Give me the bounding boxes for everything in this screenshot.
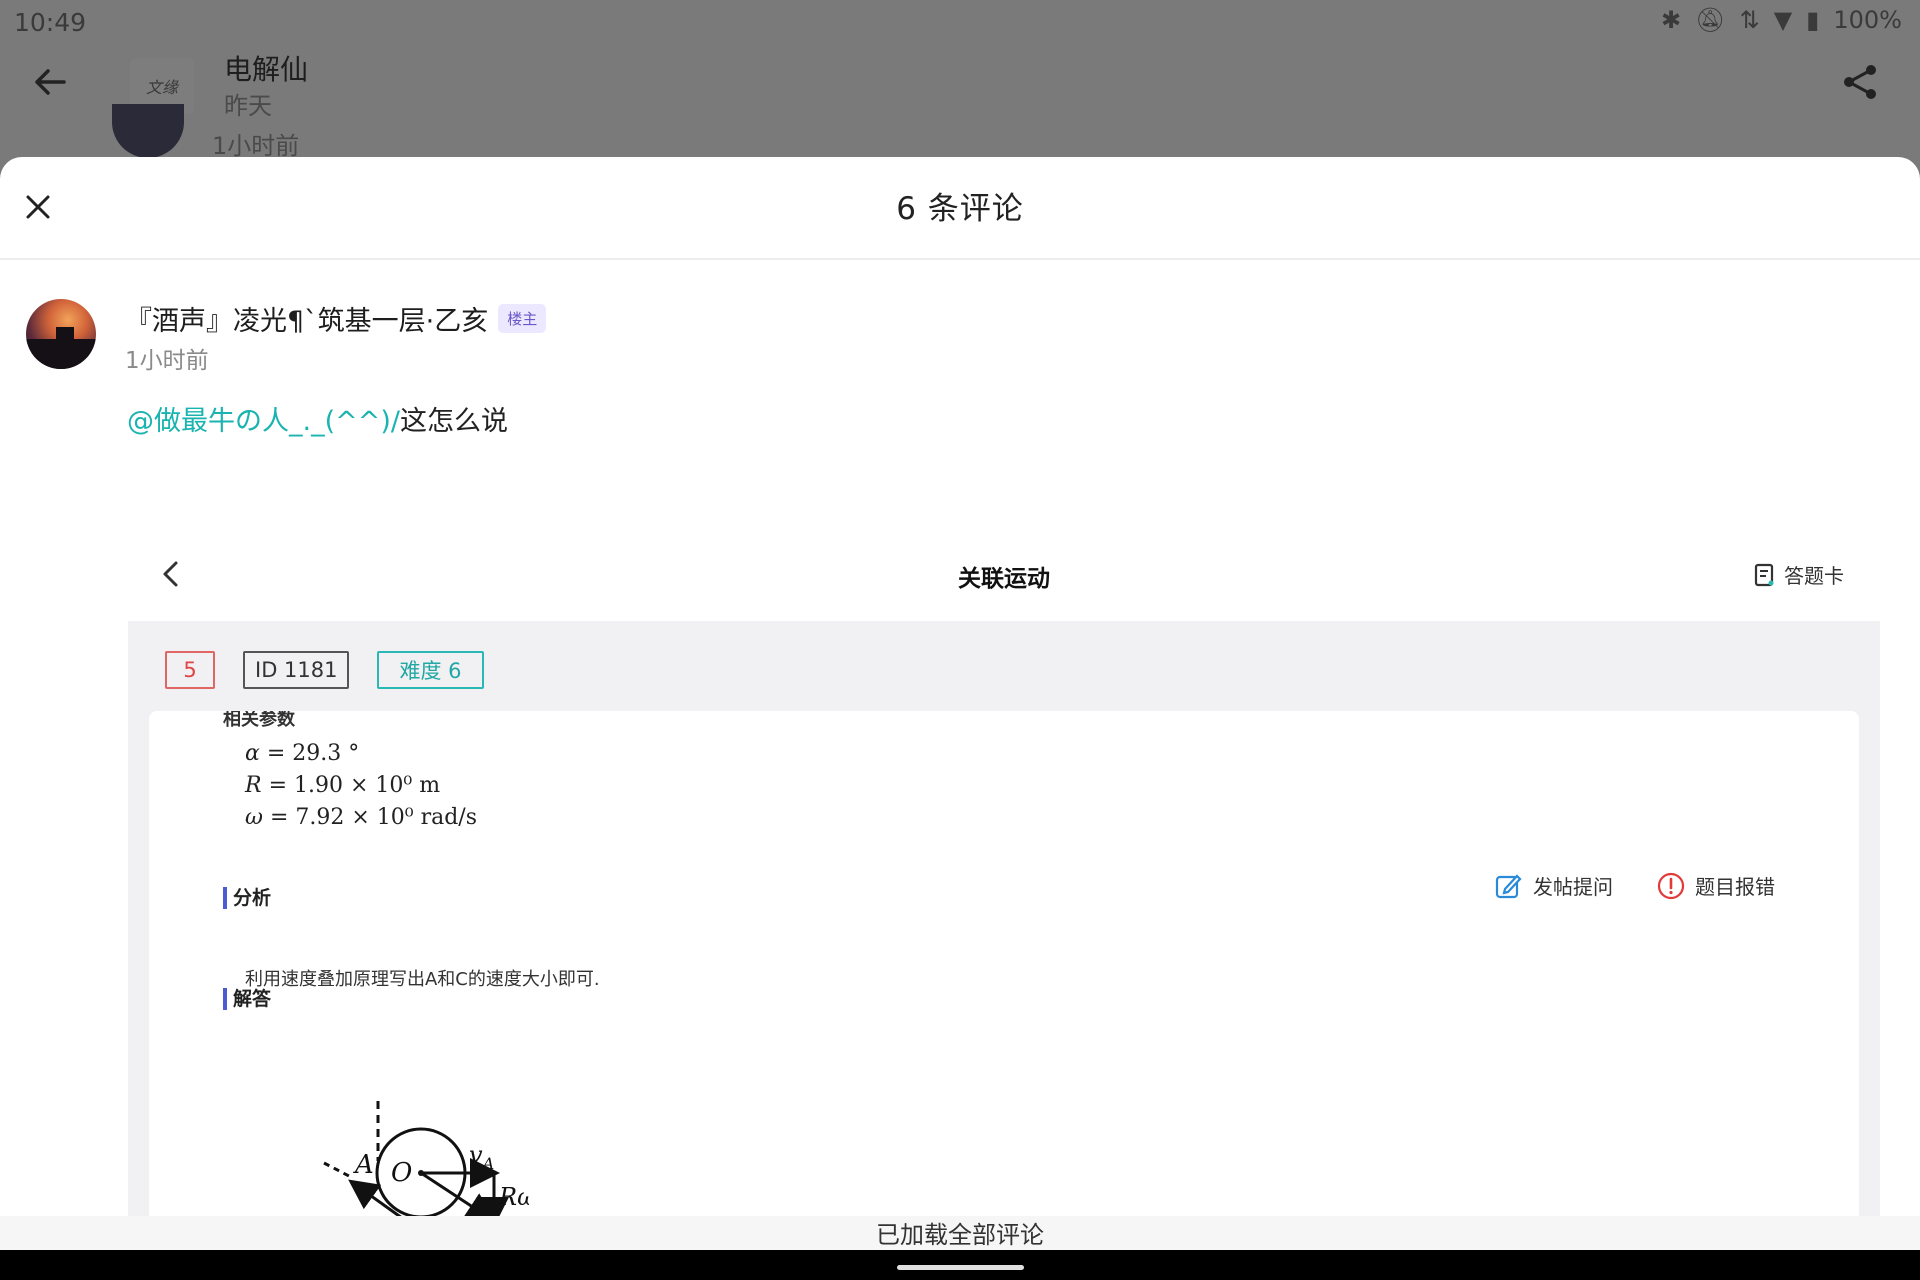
question-number-tag: 5 bbox=[165, 651, 215, 689]
param-radius: R = 1.90 × 10⁰ m bbox=[245, 773, 441, 798]
param-omega: ω = 7.92 × 10⁰ rad/s bbox=[245, 805, 478, 830]
battery-percent: 100% bbox=[1833, 6, 1902, 34]
question-id-tag: ID 1181 bbox=[243, 651, 350, 689]
sheet-title: 6 条评论 bbox=[896, 191, 1024, 227]
comment-time: 1小时前 bbox=[125, 348, 209, 374]
answer-card: 答题卡 bbox=[1754, 560, 1844, 589]
answer-heading: 解答 bbox=[223, 988, 271, 1010]
embedded-title: 关联运动 bbox=[958, 566, 1050, 592]
share-icon[interactable] bbox=[1840, 62, 1880, 102]
comment-text: @做最牛の人_._(^^)/这怎么说 bbox=[127, 399, 508, 438]
back-arrow-icon[interactable] bbox=[30, 62, 70, 102]
label-o: O bbox=[391, 1158, 412, 1188]
post-title: 电解仙 bbox=[224, 53, 309, 86]
edit-icon bbox=[1495, 873, 1522, 898]
sheet-header: 6 条评论 bbox=[0, 157, 1920, 260]
battery-icon: ▮ bbox=[1806, 6, 1820, 34]
post-question-label: 发帖提问 bbox=[1533, 875, 1613, 899]
comment-body: 这怎么说 bbox=[400, 406, 508, 437]
post-subtitle: 昨天 bbox=[224, 92, 272, 120]
param-alpha: α = 29.3 ° bbox=[245, 741, 360, 766]
home-gesture-handle[interactable] bbox=[897, 1265, 1024, 1270]
embedded-header: 关联运动 答题卡 bbox=[128, 525, 1880, 621]
comment-username[interactable]: 『酒声』凌光¶`筑基一层·乙亥 bbox=[125, 299, 488, 338]
answer-sheet-icon bbox=[1754, 563, 1774, 586]
report-error-label: 题目报错 bbox=[1695, 875, 1775, 899]
alert-circle-icon bbox=[1657, 872, 1685, 899]
label-rw-right: Rω bbox=[498, 1183, 529, 1211]
background-post-header: 文缘 电解仙 昨天 1小时前 bbox=[0, 44, 1920, 160]
mention-link[interactable]: @做最牛の人_._(^^)/ bbox=[127, 406, 400, 437]
bluetooth-icon: ✱ bbox=[1661, 6, 1682, 34]
system-nav-bar bbox=[0, 1250, 1920, 1280]
avatar bbox=[112, 104, 184, 158]
question-tags: 5 ID 1181 难度 6 bbox=[165, 651, 484, 689]
status-time: 10:49 bbox=[14, 8, 87, 37]
post-time: 1小时前 bbox=[212, 132, 300, 160]
analysis-heading: 分析 bbox=[223, 887, 271, 909]
avatar[interactable] bbox=[26, 299, 96, 369]
report-error-button[interactable]: 题目报错 bbox=[1657, 871, 1775, 900]
comment-user-row: 『酒声』凌光¶`筑基一层·乙亥 楼主 bbox=[125, 299, 547, 338]
analysis-text: 利用速度叠加原理写出A和C的速度大小即可. bbox=[245, 969, 600, 990]
all-loaded-footer: 已加载全部评论 bbox=[0, 1216, 1920, 1250]
wifi-icon: ▼ bbox=[1773, 6, 1793, 34]
comments-sheet: 6 条评论 『酒声』凌光¶`筑基一层·乙亥 楼主 1小时前 @做最牛の人_._(… bbox=[0, 157, 1920, 1252]
status-bar: 10:49 ✱ 🔕︎ ⇅ ▼ ▮ 100% bbox=[0, 0, 1920, 44]
question-content: 相关参数 α = 29.3 ° R = 1.90 × 10⁰ m ω = 7.9… bbox=[149, 711, 1859, 1252]
status-icons: ✱ 🔕︎ ⇅ ▼ ▮ 100% bbox=[1661, 6, 1902, 34]
silent-bell-icon: 🔕︎ bbox=[1695, 6, 1726, 34]
params-heading: 相关参数 bbox=[223, 711, 295, 730]
op-badge: 楼主 bbox=[498, 304, 547, 333]
difficulty-tag: 难度 6 bbox=[377, 651, 484, 689]
label-a: A bbox=[353, 1150, 374, 1180]
label-va: vA bbox=[469, 1141, 494, 1173]
answer-card-label: 答题卡 bbox=[1784, 564, 1844, 588]
comment-image[interactable]: 关联运动 答题卡 5 ID 1181 难度 6 相关参数 α = 29.3 ° … bbox=[128, 525, 1880, 1252]
data-arrows-icon: ⇅ bbox=[1739, 6, 1760, 34]
question-actions: 发帖提问 题目报错 bbox=[1495, 871, 1775, 900]
post-question-button[interactable]: 发帖提问 bbox=[1495, 871, 1613, 900]
